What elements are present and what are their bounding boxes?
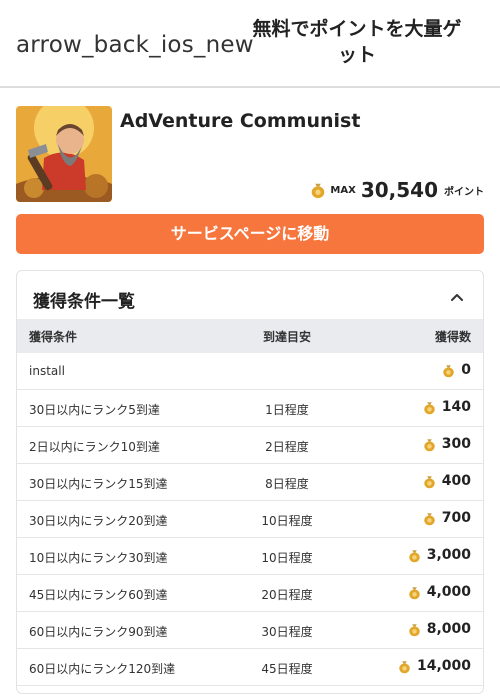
max-points-value: 30,540 (360, 178, 438, 202)
row-period: 1日程度 (265, 403, 309, 417)
conditions-table: install 0 30日以内にランク5到達 1日程度 140 2日以内にランク… (17, 353, 483, 686)
row-points: 3,000 (407, 547, 471, 563)
money-bag-icon (424, 401, 435, 414)
row-points-value: 300 (441, 436, 471, 452)
table-row: 30日以内にランク5到達 1日程度 140 (17, 390, 483, 427)
table-row: 30日以内にランク15到達 8日程度 400 (17, 464, 483, 501)
row-period: 10日程度 (261, 551, 313, 565)
row-condition: 10日以内にランク30到達 (29, 551, 168, 565)
money-bag-icon (312, 183, 325, 199)
app-name: AdVenture Communist (120, 110, 361, 132)
row-points-value: 3,000 (426, 547, 471, 563)
row-condition: 2日以内にランク10到達 (29, 440, 160, 454)
row-period: 20日程度 (261, 588, 313, 602)
row-points-value: 4,000 (426, 584, 471, 600)
row-period: 2日程度 (265, 440, 309, 454)
money-bag-icon (424, 438, 435, 451)
page-title: 無料でポイントを大量ゲット (252, 18, 462, 66)
row-period: 8日程度 (265, 477, 309, 491)
service-page-button[interactable]: サービスページに移動 (16, 214, 484, 254)
row-points-value: 400 (441, 473, 471, 489)
header-condition: 獲得条件 (29, 330, 78, 344)
money-bag-icon (408, 623, 420, 636)
row-points: 300 (422, 436, 471, 452)
money-bag-icon (443, 364, 454, 377)
row-period: 45日程度 (261, 662, 313, 676)
app-header: arrow_back_ios_new 無料でポイントを大量ゲット (0, 0, 500, 88)
row-period: 10日程度 (261, 514, 313, 528)
app-icon (16, 106, 112, 202)
row-points: 8,000 (407, 621, 471, 637)
row-points-value: 700 (441, 510, 471, 526)
money-bag-icon (408, 586, 420, 599)
table-row: 60日以内にランク120到達 45日程度 14,000 (17, 649, 483, 686)
row-points: 700 (422, 510, 471, 526)
back-button[interactable]: arrow_back_ios_new (16, 32, 254, 58)
row-points-value: 14,000 (416, 658, 471, 674)
row-points-value: 8,000 (426, 621, 471, 637)
table-header: 獲得条件 到達目安 獲得数 (17, 319, 483, 353)
row-condition: 60日以内にランク120到達 (29, 662, 176, 676)
header-period: 到達目安 (262, 330, 311, 344)
table-row: 10日以内にランク30到達 10日程度 3,000 (17, 538, 483, 575)
row-points: 14,000 (397, 658, 471, 674)
row-condition: 30日以内にランク20到達 (29, 514, 168, 528)
money-bag-icon (424, 512, 435, 525)
table-row: install 0 (17, 353, 483, 390)
conditions-title: 獲得条件一覧 (33, 292, 135, 312)
row-points-value: 140 (441, 399, 471, 415)
money-bag-icon (408, 549, 420, 562)
row-condition: 30日以内にランク5到達 (29, 403, 160, 417)
row-points-value: 0 (461, 362, 471, 378)
table-row: 30日以内にランク20到達 10日程度 700 (17, 501, 483, 538)
row-points: 4,000 (407, 584, 471, 600)
table-row: 45日以内にランク60到達 20日程度 4,000 (17, 575, 483, 612)
row-period: 30日程度 (261, 625, 313, 639)
row-points: 400 (422, 473, 471, 489)
row-condition: install (29, 364, 65, 378)
conditions-panel: 獲得条件一覧 獲得条件 到達目安 獲得数 install 0 30日以内にランク… (16, 270, 484, 694)
app-card: AdVenture Communist MAX 30,540 ポイント (16, 106, 484, 202)
max-points: MAX 30,540 ポイント (309, 178, 484, 202)
table-row: 60日以内にランク90到達 30日程度 8,000 (17, 612, 483, 649)
money-bag-icon (424, 475, 435, 488)
row-condition: 45日以内にランク60到達 (29, 588, 168, 602)
header-points: 獲得数 (434, 330, 471, 344)
points-unit: ポイント (444, 186, 484, 198)
chevron-up-icon[interactable] (449, 289, 465, 305)
row-points: 0 (441, 362, 471, 378)
row-points: 140 (422, 399, 471, 415)
row-condition: 60日以内にランク90到達 (29, 625, 168, 639)
table-row: 2日以内にランク10到達 2日程度 300 (17, 427, 483, 464)
row-condition: 30日以内にランク15到達 (29, 477, 168, 491)
money-bag-icon (399, 660, 410, 673)
max-label: MAX (330, 184, 356, 196)
